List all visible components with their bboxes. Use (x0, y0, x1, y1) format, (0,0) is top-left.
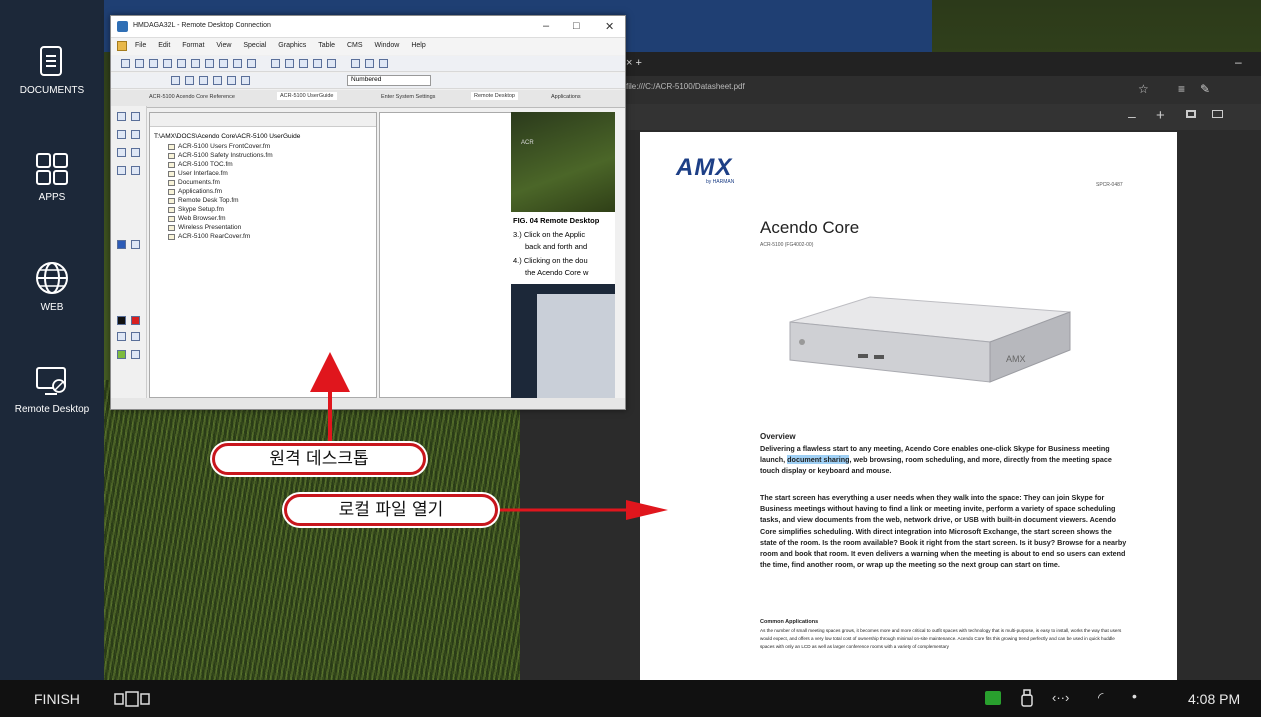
clock: 4:08 PM (1188, 691, 1241, 707)
finish-button[interactable]: FINISH (34, 691, 80, 707)
screen: DOCUMENTS APPS WEB Remote Desktop × + – … (0, 0, 1261, 717)
callout-remote-desktop: 원격 데스크톱 (212, 443, 426, 475)
arrow-to-pdf-head (626, 500, 668, 520)
taskbar: FINISH ‹··› ◜ • 4:08 PM (0, 680, 1261, 717)
network-icon[interactable]: ‹··› (1052, 690, 1069, 705)
callout-open-local-file: 로컬 파일 열기 (284, 494, 498, 526)
annotation-arrows (310, 352, 668, 520)
windows-switcher-icon[interactable] (114, 691, 152, 707)
calendar-icon[interactable] (985, 691, 1001, 705)
wifi-icon[interactable]: ◜ (1098, 689, 1103, 706)
volume-icon[interactable]: • (1132, 688, 1137, 704)
usb-icon[interactable] (1020, 689, 1034, 707)
